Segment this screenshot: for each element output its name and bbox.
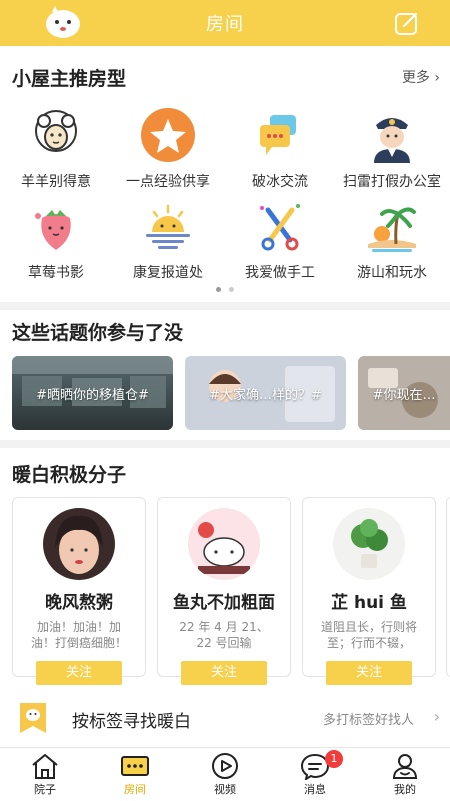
room-type-island[interactable]: 游山和玩水 <box>336 196 448 282</box>
topic-card[interactable]: #大家确…样的？# <box>185 356 346 430</box>
member-desc: 道阻且长，行则将至；行而不辍，未… <box>320 620 417 650</box>
topic-label: #晒晒你的移植仓# <box>36 387 149 403</box>
room-type-chat[interactable]: 破冰交流 <box>224 105 336 191</box>
follow-button[interactable]: 关注 <box>36 661 122 685</box>
room-type-strawberry[interactable]: 草莓书影 <box>0 196 112 282</box>
member-name: 晚风熬粥 <box>45 593 113 613</box>
page-title: 房间 <box>206 14 244 35</box>
member-card-partial <box>446 497 450 677</box>
recommend-title: 小屋主推房型 <box>12 68 127 90</box>
star-icon <box>141 108 195 162</box>
room-type-label: 游山和玩水 <box>357 265 427 281</box>
room-type-craft[interactable]: 我爱做手工 <box>224 196 336 282</box>
room-type-label: 扫雷打假办公室 <box>343 174 441 190</box>
room-type-label: 羊羊别得意 <box>21 174 91 190</box>
tab-label: 院子 <box>34 783 56 796</box>
section-divider <box>0 440 450 448</box>
topic-label: #大家确…样的？# <box>209 387 322 403</box>
tab-label: 消息 <box>304 783 326 796</box>
topic-card[interactable]: #晒晒你的移植仓# <box>12 356 173 430</box>
mascot-logo-icon <box>46 6 80 38</box>
topic-card[interactable]: #你现在… <box>358 356 450 430</box>
follow-button[interactable]: 关注 <box>326 661 412 685</box>
scissors-icon <box>260 204 300 251</box>
room-type-star[interactable]: 一点经验供享 <box>112 105 224 191</box>
avatar[interactable] <box>188 508 260 580</box>
palm-island-icon <box>368 207 416 252</box>
bottom-tab-bar: 院子 房间 视频 消息 1 我的 <box>0 747 450 800</box>
carousel-dot <box>229 287 234 292</box>
member-name: 芷 hui 鱼 <box>331 593 407 613</box>
play-icon <box>212 753 238 779</box>
member-desc: 22 年 4 月 21、22 号回输 <box>179 620 269 650</box>
edit-icon[interactable] <box>394 10 420 36</box>
tab-video[interactable]: 视频 <box>180 748 270 801</box>
room-type-label: 一点经验供享 <box>126 174 210 190</box>
unread-badge: 1 <box>325 750 343 768</box>
tag-search-row[interactable]: 按标签寻找暖白 多打标签好找人 › <box>0 693 450 743</box>
room-type-label: 草莓书影 <box>28 265 84 281</box>
member-card[interactable]: 晚风熬粥 加油！加油！加油！打倒癌细胞！一定… 关注 <box>12 497 146 685</box>
section-divider <box>0 302 450 310</box>
room-type-label: 我爱做手工 <box>245 265 315 281</box>
room-type-police[interactable]: 扫雷打假办公室 <box>336 105 448 191</box>
follow-button[interactable]: 关注 <box>181 661 267 685</box>
tab-label: 我的 <box>394 783 416 796</box>
carousel-dot <box>216 287 221 292</box>
member-card[interactable]: 鱼丸不加粗面 22 年 4 月 21、22 号回输 关注 <box>157 497 291 685</box>
member-desc: 加油！加油！加油！打倒癌细胞！一定… <box>30 620 127 650</box>
room-icon <box>121 756 149 776</box>
bookmark-tag-icon <box>20 703 46 733</box>
house-icon <box>32 754 58 779</box>
tab-room[interactable]: 房间 <box>90 748 180 801</box>
room-type-sheep[interactable]: 羊羊别得意 <box>0 105 112 191</box>
tab-label: 房间 <box>124 783 146 796</box>
members-title: 暖白积极分子 <box>12 464 127 486</box>
topics-title: 这些话题你参与了没 <box>12 322 184 344</box>
room-type-label: 康复报道处 <box>133 265 203 281</box>
more-link[interactable]: 更多 › <box>402 67 440 87</box>
chat-bubbles-icon <box>260 115 296 155</box>
tab-yard[interactable]: 院子 <box>0 748 90 801</box>
strawberry-icon <box>35 210 71 250</box>
topic-label: #你现在… <box>372 387 436 403</box>
tab-mine[interactable]: 我的 <box>360 748 450 801</box>
tag-search-hint: 多打标签好找人 <box>322 713 414 728</box>
room-type-sunrise[interactable]: 康复报道处 <box>112 196 224 282</box>
member-name: 鱼丸不加粗面 <box>173 593 275 613</box>
tab-messages[interactable]: 消息 1 <box>270 748 360 801</box>
top-bar: 房间 <box>0 0 450 46</box>
avatar[interactable] <box>333 508 405 580</box>
room-type-label: 破冰交流 <box>252 174 308 190</box>
carousel-dots <box>0 287 450 292</box>
avatar[interactable] <box>43 508 115 580</box>
tab-label: 视频 <box>214 783 236 796</box>
police-icon <box>374 118 410 163</box>
user-icon <box>392 754 418 779</box>
sheep-icon <box>35 110 77 152</box>
chevron-right-icon: › <box>433 707 440 726</box>
sunrise-icon <box>146 204 190 249</box>
member-card[interactable]: 芷 hui 鱼 道阻且长，行则将至；行而不辍，未… 关注 <box>302 497 436 685</box>
tag-search-title: 按标签寻找暖白 <box>72 712 191 732</box>
